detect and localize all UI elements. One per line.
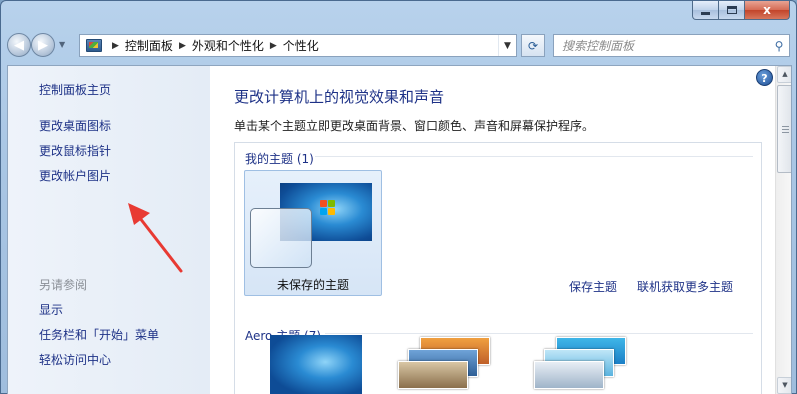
- group-divider: [325, 333, 753, 334]
- grip-line: [782, 126, 789, 127]
- window-color-swatch: [250, 208, 312, 268]
- chevron-down-icon: ▼: [782, 381, 788, 389]
- minimize-button[interactable]: [692, 1, 719, 20]
- recent-pages-dropdown-icon[interactable]: ▼: [59, 40, 65, 49]
- chevron-up-icon: ▲: [782, 70, 788, 78]
- nav-buttons: ◀ ▶ ▼: [7, 31, 69, 59]
- back-arrow-icon: ◀: [14, 37, 24, 53]
- scroll-up-button[interactable]: ▲: [777, 66, 791, 83]
- vertical-scrollbar[interactable]: ▲ ▼: [775, 66, 791, 394]
- group-divider: [315, 156, 753, 157]
- theme-gallery: 我的主题 (1) 未保存的主题 保存主题 联机获取更多主题 Aero: [234, 142, 762, 394]
- grip-line: [782, 129, 789, 130]
- back-button[interactable]: ◀: [7, 33, 31, 57]
- main-panel: ? 更改计算机上的视觉效果和声音 单击某个主题立即更改桌面背景、窗口颜色、声音和…: [210, 66, 775, 394]
- close-button[interactable]: x: [745, 1, 790, 20]
- scroll-down-button[interactable]: ▼: [777, 377, 791, 394]
- theme-name-label: 未保存的主题: [276, 278, 349, 292]
- save-theme-link[interactable]: 保存主题: [569, 278, 617, 295]
- search-input[interactable]: [562, 38, 769, 53]
- window-frame: x ◀ ▶ ▼ ▶ 控制面板 ▶ 外观和个性化 ▶ 个性化 ▼ ⟳ ⚲ 控制面板…: [0, 0, 797, 394]
- address-dropdown-icon[interactable]: ▼: [498, 35, 516, 56]
- page-description: 单击某个主题立即更改桌面背景、窗口颜色、声音和屏幕保护程序。: [234, 119, 595, 133]
- help-icon[interactable]: ?: [756, 69, 773, 86]
- search-box[interactable]: ⚲: [553, 34, 790, 57]
- grip-line: [782, 132, 789, 133]
- see-also-display-link[interactable]: 显示: [39, 301, 63, 318]
- page-title: 更改计算机上的视觉效果和声音: [234, 88, 445, 106]
- close-icon: x: [763, 3, 771, 17]
- chevron-right-icon[interactable]: ▶: [270, 41, 277, 51]
- wallpaper-stack-image: [534, 361, 604, 389]
- chevron-right-icon[interactable]: ▶: [112, 41, 119, 51]
- windows-logo-icon: [320, 200, 336, 216]
- breadcrumb-control-panel[interactable]: 控制面板: [125, 37, 173, 54]
- forward-button[interactable]: ▶: [31, 33, 55, 57]
- caption-buttons: x: [692, 1, 790, 21]
- maximize-icon: [726, 6, 737, 14]
- content-area: 控制面板主页 更改桌面图标 更改鼠标指针 更改帐户图片 另请参阅 显示 任务栏和…: [7, 65, 792, 394]
- forward-arrow-icon: ▶: [38, 37, 48, 53]
- control-panel-icon: [86, 39, 102, 52]
- search-icon[interactable]: ⚲: [769, 39, 789, 53]
- wallpaper-stack-image: [398, 361, 468, 389]
- scroll-thumb[interactable]: [777, 85, 791, 173]
- see-also-ease-of-access-link[interactable]: 轻松访问中心: [39, 351, 111, 368]
- see-also-taskbar-link[interactable]: 任务栏和「开始」菜单: [39, 326, 159, 343]
- navigation-bar: ◀ ▶ ▼ ▶ 控制面板 ▶ 外观和个性化 ▶ 个性化 ▼ ⟳ ⚲: [7, 31, 790, 59]
- get-more-themes-link[interactable]: 联机获取更多主题: [637, 278, 733, 295]
- my-themes-header: 我的主题 (1): [245, 152, 314, 166]
- change-account-picture-link[interactable]: 更改帐户图片: [39, 167, 111, 184]
- aero-theme-characters-thumbnail[interactable]: [534, 335, 626, 394]
- aero-theme-architecture-thumbnail[interactable]: [398, 335, 490, 394]
- aero-theme-windows7-thumbnail[interactable]: [270, 335, 362, 394]
- maximize-button[interactable]: [719, 1, 745, 20]
- breadcrumb-appearance[interactable]: 外观和个性化: [192, 37, 264, 54]
- theme-tile-unsaved[interactable]: 未保存的主题: [244, 170, 382, 296]
- control-panel-home-link[interactable]: 控制面板主页: [39, 81, 111, 98]
- annotation-arrow-icon: [128, 203, 183, 273]
- change-mouse-pointers-link[interactable]: 更改鼠标指针: [39, 142, 111, 159]
- see-also-heading: 另请参阅: [39, 278, 88, 292]
- change-desktop-icons-link[interactable]: 更改桌面图标: [39, 117, 111, 134]
- refresh-button[interactable]: ⟳: [521, 34, 545, 57]
- breadcrumb-personalization[interactable]: 个性化: [283, 37, 319, 54]
- minimize-icon: [701, 11, 710, 15]
- refresh-icon: ⟳: [527, 38, 539, 53]
- chevron-right-icon[interactable]: ▶: [179, 41, 186, 51]
- address-bar[interactable]: ▶ 控制面板 ▶ 外观和个性化 ▶ 个性化 ▼: [79, 34, 517, 57]
